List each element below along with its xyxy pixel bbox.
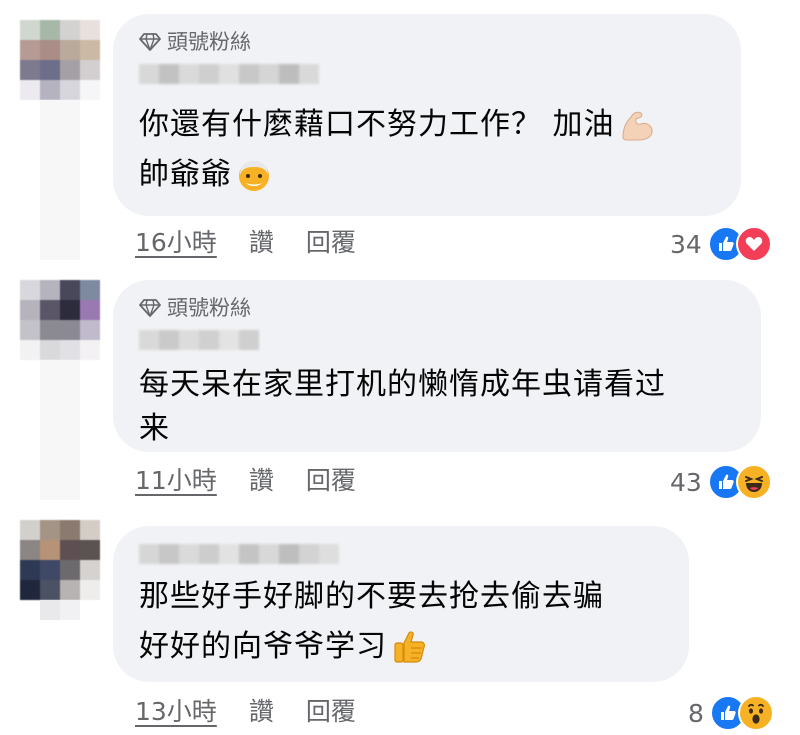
comment-text: 那些好手好脚的不要去抢去偷去骗 好好的向爷爷学习 <box>139 572 604 672</box>
badge-label: 頭號粉絲 <box>167 296 251 320</box>
like-button[interactable]: 讚 <box>249 228 274 258</box>
comment-2: 頭號粉絲 每天呆在家里打机的懒惰成年虫请看过 来 11小時 讚 回覆 43 <box>0 260 800 500</box>
comment-line: 帥爺爺 <box>139 157 232 192</box>
reply-button[interactable]: 回覆 <box>306 697 356 727</box>
timestamp-link[interactable]: 11小時 <box>135 466 217 496</box>
diamond-icon <box>139 299 161 317</box>
comment-line: 好好的向爷爷学习 <box>139 629 387 664</box>
comment-bubble: 頭號粉絲 每天呆在家里打机的懒惰成年虫请看过 来 <box>113 280 761 452</box>
commenter-name-blurred[interactable] <box>139 330 259 350</box>
thumbs-up-emoji <box>394 631 425 663</box>
reaction-count: 8 <box>688 698 704 728</box>
comment-line: 来 <box>139 411 170 446</box>
wow-icon <box>737 695 774 731</box>
haha-icon <box>735 464 772 500</box>
timestamp-link[interactable]: 16小時 <box>135 228 217 258</box>
flexed-biceps-emoji <box>622 111 653 141</box>
old-man-emoji <box>239 161 269 191</box>
like-button[interactable]: 讚 <box>249 466 274 496</box>
comment-actions: 13小時 讚 回覆 <box>135 697 356 727</box>
comment-text: 你還有什麼藉口不努力工作？ 加油 帥爺爺 <box>139 100 655 200</box>
reply-button[interactable]: 回覆 <box>306 466 356 496</box>
avatar[interactable] <box>20 280 100 360</box>
commenter-name-blurred[interactable] <box>139 64 319 84</box>
like-button[interactable]: 讚 <box>249 697 274 727</box>
comment-actions: 11小時 讚 回覆 <box>135 466 356 496</box>
love-icon <box>735 226 772 262</box>
comment-line: 你還有什麼藉口不努力工作？ 加油 <box>139 107 615 142</box>
comment-3: 那些好手好脚的不要去抢去偷去骗 好好的向爷爷学习 13小時 讚 回覆 8 <box>0 500 800 735</box>
reaction-summary[interactable]: 43 <box>670 464 772 500</box>
thread-line <box>40 600 80 620</box>
reaction-count: 43 <box>670 467 702 497</box>
badge-label: 頭號粉絲 <box>167 30 251 54</box>
avatar[interactable] <box>20 20 100 100</box>
reaction-count: 34 <box>670 229 702 259</box>
top-fan-badge: 頭號粉絲 <box>139 296 251 320</box>
comment-text: 每天呆在家里打机的懒惰成年虫请看过 来 <box>139 360 666 454</box>
comment-line: 那些好手好脚的不要去抢去偷去骗 <box>139 579 604 614</box>
timestamp-link[interactable]: 13小時 <box>135 697 217 727</box>
avatar[interactable] <box>20 520 100 600</box>
reaction-summary[interactable]: 34 <box>670 226 772 262</box>
diamond-icon <box>139 33 161 51</box>
comment-1: 頭號粉絲 你還有什麼藉口不努力工作？ 加油 帥爺爺 16小時 讚 回覆 34 <box>0 0 800 262</box>
thread-line <box>40 360 80 500</box>
thread-line <box>40 100 80 260</box>
reply-button[interactable]: 回覆 <box>306 228 356 258</box>
reaction-summary[interactable]: 8 <box>688 695 774 731</box>
comment-bubble: 那些好手好脚的不要去抢去偷去骗 好好的向爷爷学习 <box>113 526 689 682</box>
comment-bubble: 頭號粉絲 你還有什麼藉口不努力工作？ 加油 帥爺爺 <box>113 14 741 216</box>
top-fan-badge: 頭號粉絲 <box>139 30 251 54</box>
commenter-name-blurred[interactable] <box>139 544 339 564</box>
comment-line: 每天呆在家里打机的懒惰成年虫请看过 <box>139 367 666 402</box>
comment-actions: 16小時 讚 回覆 <box>135 228 356 258</box>
